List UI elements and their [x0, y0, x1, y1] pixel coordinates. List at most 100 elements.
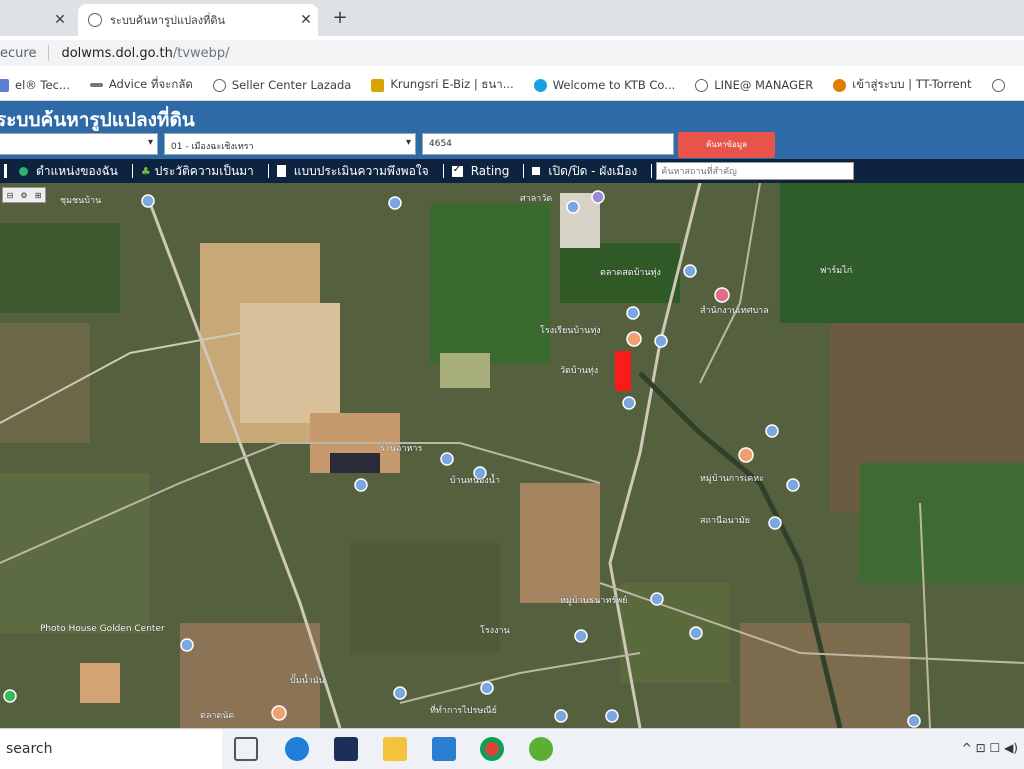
amphoe-select[interactable]: 01 - เมืองฉะเชิงเทรา ▾ [164, 133, 416, 155]
tab-previous[interactable]: ✕ [0, 4, 78, 36]
browser-toolbar: ecure dolwms.dol.go.th /tvwebp/ [0, 36, 1024, 70]
menu-my-location[interactable]: ตำแหน่งของฉัน [19, 162, 118, 181]
globe-icon [212, 78, 226, 92]
location-dot-icon [19, 166, 28, 176]
menu-history[interactable]: ♣ ประวัติความเป็นมา [141, 162, 254, 181]
map-label: ชุมชนบ้าน [60, 195, 101, 206]
place-search-input[interactable] [656, 162, 855, 180]
globe-icon [88, 13, 102, 27]
file-explorer-icon[interactable] [383, 737, 407, 761]
divider [131, 164, 133, 178]
menu-label: แบบประเมินความพึงพอใจ [293, 163, 429, 178]
divider [651, 164, 653, 178]
bookmark-label: el® Tec... [15, 78, 70, 92]
map-label: ตลาดนัด [200, 711, 234, 721]
plant-icon: ♣ [140, 164, 151, 178]
bookmark-icon [0, 78, 9, 92]
tab-land-search[interactable]: ระบบค้นหารูปแปลงที่ดิน ✕ [78, 4, 318, 36]
satellite-imagery: ชุมชนบ้าน ศาลาวัดตลาดสดบ้านทุ่งสำนักงานเท… [0, 183, 1024, 728]
menu-label: ตำแหน่งของฉัน [36, 163, 118, 178]
map-label: ฟาร์มไก่ [820, 264, 852, 276]
bookmark-item[interactable]: LINE@ MANAGER [695, 78, 813, 92]
taskbar-search[interactable]: search [0, 729, 222, 769]
task-view-icon[interactable] [234, 737, 258, 761]
map-label: Photo House Golden Center [40, 624, 165, 634]
divider [267, 164, 269, 178]
ktb-icon [533, 78, 547, 92]
parcel-number-input[interactable]: 4654 [422, 133, 674, 155]
bookmark-item[interactable] [991, 78, 1011, 92]
bookmark-item[interactable]: Welcome to KTB Co... [533, 78, 676, 92]
bookmark-label: Welcome to KTB Co... [552, 78, 676, 92]
map-label: สำนักงานเทศบาล [700, 305, 769, 316]
divider [442, 164, 444, 178]
parcel-highlight[interactable] [615, 351, 631, 391]
url-host: dolwms.dol.go.th [61, 45, 173, 61]
tab-strip: ✕ ระบบค้นหารูปแปลงที่ดิน ✕ + [0, 0, 1024, 36]
tab-title: ระบบค้นหารูปแปลงที่ดิน [110, 14, 226, 27]
bookmarks-bar: el® Tec... Advice ที่จะกลัด Seller Cente… [0, 70, 1024, 101]
map-label: สถานีอนามัย [700, 515, 750, 526]
bookmark-item[interactable]: Krungsri E-Biz | ธนา... [371, 76, 514, 94]
close-tab-icon[interactable]: ✕ [294, 12, 318, 28]
mail-icon[interactable] [432, 737, 456, 761]
bookmark-label: Krungsri E-Biz | ธนา... [390, 77, 514, 91]
bookmark-item[interactable]: Seller Center Lazada [212, 78, 352, 92]
map-label: ร้านอาหาร [380, 443, 422, 454]
divider [48, 45, 50, 61]
document-icon [276, 165, 286, 177]
map-label: โรงเรียนบ้านทุ่ง [540, 325, 601, 336]
map-label: หมู่บ้านการเคหะ [700, 473, 764, 484]
bookmark-item[interactable]: el® Tec... [0, 78, 70, 92]
chevron-down-icon: ▾ [405, 137, 411, 148]
fullscreen-icon[interactable]: ⊞ [35, 191, 42, 200]
photoshop-icon[interactable] [334, 737, 358, 761]
divider [523, 164, 525, 178]
menu-label: เปิด/ปิด - ผังเมือง [548, 163, 638, 178]
bookmark-item[interactable]: Advice ที่จะกลัด [89, 76, 193, 94]
address-bar[interactable]: ecure dolwms.dol.go.th /tvwebp/ [0, 40, 1024, 66]
globe-icon [991, 78, 1005, 92]
province-select[interactable]: ▾ [0, 133, 158, 155]
map-label: โรงงาน [480, 625, 510, 636]
globe-icon [695, 78, 709, 92]
map-controls[interactable]: ⊟ ⚙ ⊞ [2, 187, 46, 203]
taskbar: search ^ ⊡ ☐ ◀) [0, 728, 1024, 769]
system-tray[interactable]: ^ ⊡ ☐ ◀) [962, 741, 1018, 755]
bookmark-label: Seller Center Lazada [231, 78, 352, 92]
search-label: search [6, 741, 53, 757]
advice-icon [89, 83, 103, 87]
torrent-icon [833, 78, 847, 92]
site-header: ระบบค้นหารูปแปลงที่ดิน [0, 101, 1024, 131]
chrome-icon[interactable] [480, 737, 504, 761]
security-label[interactable]: ecure [0, 46, 36, 61]
menu-rating[interactable]: Rating [451, 164, 510, 178]
url-path: /tvwebp/ [172, 45, 230, 61]
menu-satisfaction-survey[interactable]: แบบประเมินความพึงพอใจ [276, 162, 429, 181]
bookmark-label: Advice ที่จะกลัด [108, 77, 193, 91]
search-button[interactable]: ค้นหาข้อมูล [678, 132, 775, 158]
gear-icon[interactable]: ⚙ [20, 191, 27, 200]
divider [4, 164, 7, 178]
map-label: หมู่บ้านธนาทรัพย์ [560, 594, 627, 606]
bookmark-item[interactable]: เข้าสู่ระบบ | TT-Torrent [833, 76, 972, 94]
utorrent-icon[interactable] [529, 737, 553, 761]
map-label: วัดบ้านทุ่ง [560, 365, 598, 376]
menu-label: Rating [470, 164, 510, 178]
map-view[interactable]: ชุมชนบ้าน ศาลาวัด ตลาดสดบ้านทุ่ง สำนักงานเท… [0, 183, 1024, 728]
edge-icon[interactable] [285, 737, 309, 761]
chevron-down-icon: ▾ [147, 137, 153, 148]
layers-icon[interactable]: ⊟ [7, 191, 14, 200]
amphoe-value: 01 - เมืองฉะเชิงเทรา [171, 142, 254, 152]
krungsri-icon [371, 78, 385, 92]
search-row: ▾ 01 - เมืองฉะเชิงเทรา ▾ 4654 ค้นหาข้อมู… [0, 131, 1024, 159]
menu-label: ประวัติความเป็นมา [154, 163, 254, 178]
parcel-number-value: 4654 [429, 139, 452, 149]
city-plan-checkbox[interactable] [532, 167, 541, 175]
menu-city-plan-toggle[interactable]: เปิด/ปิด - ผังเมือง [532, 162, 637, 181]
rating-checkbox[interactable] [451, 164, 463, 177]
layer-menu: ตำแหน่งของฉัน ♣ ประวัติความเป็นมา แบบประ… [0, 159, 1024, 183]
close-tab-icon[interactable]: ✕ [48, 12, 72, 28]
map-label: ศาลาวัด [520, 194, 552, 204]
new-tab-button[interactable]: + [328, 6, 352, 30]
